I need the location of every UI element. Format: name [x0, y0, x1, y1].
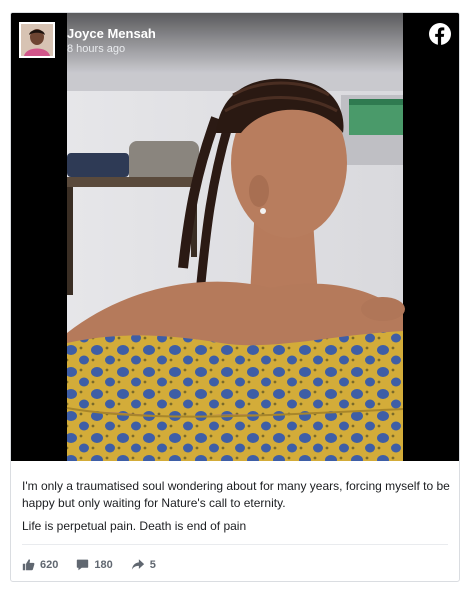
facebook-post-card: Joyce Mensah 8 hours ago I'm only a trau… [10, 12, 460, 582]
share-count[interactable]: 5 [131, 558, 156, 571]
comment-count[interactable]: 180 [76, 558, 113, 571]
like-count[interactable]: 620 [22, 558, 58, 571]
share-arrow-icon [131, 559, 144, 570]
like-count-value: 620 [40, 558, 59, 571]
author-avatar[interactable] [19, 22, 55, 58]
comment-count-value: 180 [94, 558, 113, 571]
author-name[interactable]: Joyce Mensah [67, 26, 156, 41]
engagement-stats: 620 180 5 [22, 558, 174, 571]
post-body: I'm only a traumatised soul wondering ab… [22, 478, 450, 541]
post-text-paragraph: I'm only a traumatised soul wondering ab… [22, 479, 450, 510]
facebook-icon[interactable] [429, 23, 451, 45]
thumbs-up-icon [22, 559, 35, 571]
photo-image [11, 13, 459, 461]
comment-icon [77, 559, 89, 571]
avatar-image [21, 24, 53, 56]
post-timestamp[interactable]: 8 hours ago [67, 43, 125, 55]
divider [22, 544, 448, 545]
post-photo[interactable]: Joyce Mensah 8 hours ago [11, 13, 459, 461]
post-header: Joyce Mensah 8 hours ago [11, 13, 459, 73]
share-count-value: 5 [149, 558, 156, 571]
post-text-paragraph: Life is perpetual pain. Death is end of … [22, 519, 247, 533]
